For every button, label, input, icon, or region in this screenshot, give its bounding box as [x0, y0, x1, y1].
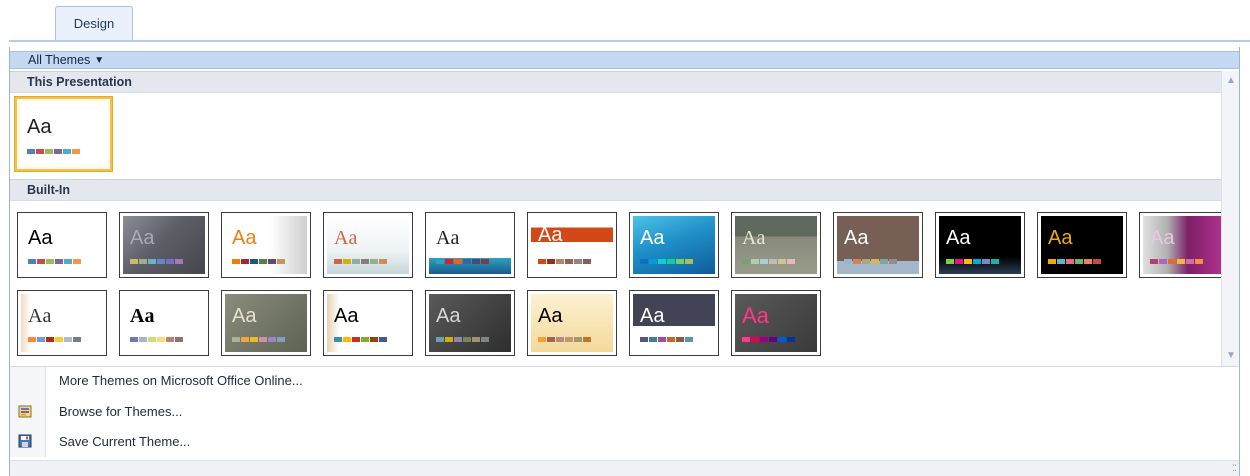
- resize-grip-icon[interactable]: ⁚⁚: [1232, 463, 1237, 474]
- ribbon: Design: [0, 0, 1250, 42]
- folder-themes-icon: [18, 405, 32, 418]
- theme-color-swatches: [844, 259, 897, 264]
- theme-builtin-office[interactable]: Aa: [17, 212, 107, 278]
- more-themes-online-link[interactable]: More Themes on Microsoft Office Online..…: [59, 370, 303, 390]
- browse-for-themes-label: Browse for Themes...: [59, 403, 183, 419]
- theme-sample-text: Aa: [844, 227, 869, 249]
- theme-sample-text: Aa: [742, 303, 769, 328]
- theme-color-swatches: [27, 149, 80, 154]
- theme-color-swatches: [436, 259, 489, 264]
- theme-builtin-origin[interactable]: Aa: [119, 290, 209, 356]
- theme-builtin-concourse[interactable]: Aa: [425, 212, 515, 278]
- theme-builtin-median[interactable]: Aa: [833, 212, 923, 278]
- tab-design-label: Design: [73, 16, 115, 31]
- tab-design[interactable]: Design: [55, 6, 133, 40]
- theme-color-swatches: [946, 259, 999, 264]
- theme-color-swatches: [1150, 259, 1203, 264]
- themes-gallery: All Themes ▼ This Presentation Aa Built-…: [9, 47, 1240, 476]
- theme-color-swatches: [1048, 259, 1101, 264]
- ribbon-divider: [9, 40, 1250, 42]
- theme-builtin-urban[interactable]: Aa: [629, 290, 719, 356]
- theme-sample-text: Aa: [640, 305, 665, 327]
- theme-sample-text: Aa: [1048, 227, 1073, 249]
- theme-sample-text: Aa: [28, 305, 52, 327]
- theme-color-swatches: [640, 259, 693, 264]
- theme-sample-text: Aa: [742, 227, 766, 249]
- theme-color-swatches: [232, 259, 285, 264]
- all-themes-filter-label: All Themes: [28, 53, 91, 67]
- theme-color-swatches: [538, 337, 591, 342]
- theme-sample-text: Aa: [130, 227, 155, 249]
- section-this-presentation-label: This Presentation: [27, 75, 132, 89]
- theme-builtin-trek[interactable]: Aa: [527, 290, 617, 356]
- section-built-in: Built-In: [10, 179, 1221, 201]
- theme-sample-text: Aa: [538, 305, 563, 327]
- theme-color-swatches: [640, 337, 693, 342]
- theme-builtin-metro[interactable]: Aa: [935, 212, 1025, 278]
- theme-builtin-aspect[interactable]: Aa: [221, 212, 311, 278]
- theme-color-swatches: [742, 259, 795, 264]
- theme-color-swatches: [130, 337, 183, 342]
- more-themes-online-label: More Themes on Microsoft Office Online..…: [59, 372, 303, 388]
- theme-color-swatches: [742, 337, 795, 342]
- dropdown-caret-icon: ▼: [94, 54, 105, 66]
- save-current-theme-label: Save Current Theme...: [59, 433, 191, 449]
- theme-color-swatches: [28, 337, 81, 342]
- theme-sample-text: Aa: [640, 227, 665, 249]
- theme-color-swatches: [436, 337, 489, 342]
- theme-sample-text: Aa: [130, 305, 155, 327]
- theme-builtin-equity[interactable]: Aa: [527, 212, 617, 278]
- theme-sample-text: Aa: [27, 116, 52, 138]
- save-current-theme-button[interactable]: Save Current Theme...: [59, 431, 190, 451]
- theme-color-swatches: [28, 259, 81, 264]
- save-theme-icon: [18, 434, 32, 448]
- theme-builtin-module[interactable]: Aa: [1037, 212, 1127, 278]
- all-themes-filter[interactable]: All Themes ▼: [10, 51, 1239, 69]
- theme-builtin-apex[interactable]: Aa: [119, 212, 209, 278]
- theme-color-swatches: [130, 259, 183, 264]
- theme-sample-text: Aa: [334, 305, 359, 327]
- theme-builtin-civic[interactable]: Aa: [323, 212, 413, 278]
- browse-for-themes-button[interactable]: Browse for Themes...: [59, 401, 182, 421]
- theme-current-office[interactable]: Aa: [15, 97, 112, 171]
- theme-builtin-solstice[interactable]: Aa: [323, 290, 413, 356]
- theme-color-swatches: [334, 259, 387, 264]
- theme-sample-text: Aa: [538, 224, 563, 246]
- theme-builtin-paper[interactable]: Aa: [221, 290, 311, 356]
- theme-builtin-verve[interactable]: Aa: [731, 290, 821, 356]
- theme-sample-text: Aa: [1150, 227, 1175, 249]
- theme-color-swatches: [232, 337, 285, 342]
- gallery-footer: ⁚⁚: [10, 460, 1239, 476]
- theme-sample-text: Aa: [232, 227, 257, 249]
- theme-sample-text: Aa: [232, 305, 257, 327]
- section-this-presentation: This Presentation: [10, 71, 1221, 93]
- section-built-in-label: Built-In: [27, 183, 71, 197]
- gallery-scrollbar[interactable]: ▲ ▼: [1221, 71, 1239, 366]
- theme-color-swatches: [538, 259, 591, 264]
- theme-sample-text: Aa: [436, 305, 461, 327]
- theme-builtin-flow[interactable]: Aa: [629, 212, 719, 278]
- scroll-up-arrow-icon[interactable]: ▲: [1226, 76, 1236, 86]
- theme-sample-text: Aa: [28, 227, 53, 249]
- theme-builtin-technic[interactable]: Aa: [425, 290, 515, 356]
- theme-sample-text: Aa: [436, 227, 460, 249]
- theme-color-swatches: [334, 337, 387, 342]
- theme-sample-text: Aa: [334, 227, 358, 249]
- theme-builtin-opulent[interactable]: Aa: [1139, 212, 1229, 278]
- menu-separator: [10, 366, 1239, 367]
- theme-sample-text: Aa: [946, 227, 971, 249]
- scroll-down-arrow-icon[interactable]: ▼: [1226, 351, 1236, 361]
- theme-builtin-oriel[interactable]: Aa: [17, 290, 107, 356]
- theme-builtin-foundry[interactable]: Aa: [731, 212, 821, 278]
